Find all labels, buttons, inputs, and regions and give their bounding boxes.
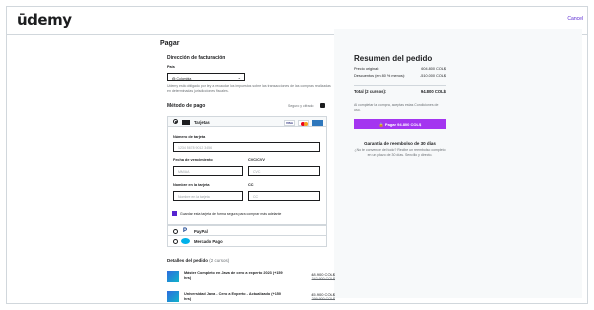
card-number-input[interactable]: 1234 5678 9012 3456: [173, 142, 320, 152]
summary-divider: [354, 85, 446, 86]
card-number-label: Número de tarjeta: [173, 135, 206, 139]
udemy-logo[interactable]: ūdemy: [17, 11, 72, 29]
visa-icon: VISA: [284, 119, 295, 126]
lock-icon: [320, 103, 325, 108]
credit-card-icon: [182, 120, 190, 125]
country-label: País: [167, 65, 175, 69]
cvc-input[interactable]: CVC: [248, 166, 320, 176]
course-thumbnail: [167, 291, 179, 302]
discount-label: Descuentos (en 80 % menos):: [354, 74, 406, 78]
course-price: 48.900 COL$ 342.900 COL$: [311, 272, 335, 281]
lock-icon: 🔒: [378, 121, 384, 127]
billing-title: Dirección de facturación: [167, 55, 226, 61]
mercado-pago-radio[interactable]: [173, 238, 178, 244]
course-thumbnail: [167, 271, 179, 282]
course-title: Máster Completo en Java de cero a expert…: [184, 271, 283, 280]
globe-icon: ◍: [172, 75, 176, 81]
pay-button-label: Pagar 94.800 COL$: [384, 121, 422, 127]
summary-title: Resumen del pedido: [354, 54, 433, 63]
cc-label: CC: [248, 183, 254, 187]
paypal-option[interactable]: P PayPal: [167, 225, 327, 236]
payment-title: Método de pago: [167, 103, 206, 109]
mercado-pago-label: Mercado Pago: [194, 239, 223, 244]
amex-icon: [312, 119, 323, 126]
course-title: Universidad Java - Cero a Experto - Actu…: [184, 292, 282, 301]
paypal-radio[interactable]: [173, 228, 178, 234]
total-row: Total (2 cursos): 94.800 COL$: [354, 89, 446, 94]
total-label: Total (2 cursos):: [354, 89, 387, 94]
guarantee-title: Garantía de reembolso de 30 días: [364, 141, 436, 146]
paypal-icon: P: [183, 227, 188, 234]
cards-label: Tarjetas: [194, 119, 210, 125]
name-label: Nombre en la tarjeta: [173, 183, 210, 187]
order-details-title: Detalles del pedido (2 cursos): [167, 258, 229, 263]
original-price-label: Precio original:: [354, 67, 380, 71]
original-price-row: Precio original: 604.800 COL$: [354, 67, 446, 71]
cards-option-header[interactable]: Tarjetas VISA: [167, 116, 327, 127]
cc-input[interactable]: CC: [248, 191, 320, 201]
mercado-pago-icon: [181, 238, 190, 244]
course-price-original: 342.900 COL$: [311, 277, 335, 281]
order-details-heading: Detalles del pedido: [167, 258, 209, 263]
name-input[interactable]: Nombre en la tarjeta: [173, 191, 243, 201]
original-price-value: 604.800 COL$: [421, 67, 446, 71]
course-price-original: 299.900 COL$: [311, 297, 335, 301]
page-title: Pagar: [160, 40, 180, 47]
save-card-checkbox[interactable]: [172, 211, 177, 216]
terms-note[interactable]: Al completar la compra, aceptas estas Co…: [354, 103, 446, 112]
discount-value: -510.000 COL$: [420, 74, 446, 78]
total-value: 94.800 COL$: [420, 89, 446, 94]
chevron-down-icon: ⌄: [237, 75, 241, 80]
billing-note: Udemy está obligado por ley a recaudar l…: [167, 84, 331, 93]
expiry-label: Fecha de vencimiento: [173, 158, 213, 162]
discount-row: Descuentos (en 80 % menos): -510.000 COL…: [354, 74, 446, 78]
mastercard-icon: [298, 119, 309, 126]
secure-label: Seguro y cifrado: [288, 104, 314, 108]
country-value: Colombia: [176, 76, 192, 81]
expiry-input[interactable]: MM/AA: [173, 166, 243, 176]
paypal-label: PayPal: [194, 229, 208, 234]
course-price: 45.900 COL$ 299.900 COL$: [311, 292, 335, 301]
guarantee-text: ¿No te convence del todo? Recibe un reem…: [354, 148, 446, 157]
order-details-count: (2 cursos): [209, 258, 230, 263]
cancel-link[interactable]: Cancel: [567, 16, 583, 22]
mercado-pago-option[interactable]: Mercado Pago: [167, 236, 327, 247]
cvc-label: CVC/CVV: [248, 158, 265, 162]
country-select[interactable]: ◍ Colombia ⌄: [167, 73, 245, 81]
cards-radio[interactable]: [173, 119, 178, 124]
save-card-label: Guardar esta tarjeta de forma segura par…: [180, 211, 282, 216]
pay-button[interactable]: 🔒 Pagar 94.800 COL$: [354, 119, 446, 129]
